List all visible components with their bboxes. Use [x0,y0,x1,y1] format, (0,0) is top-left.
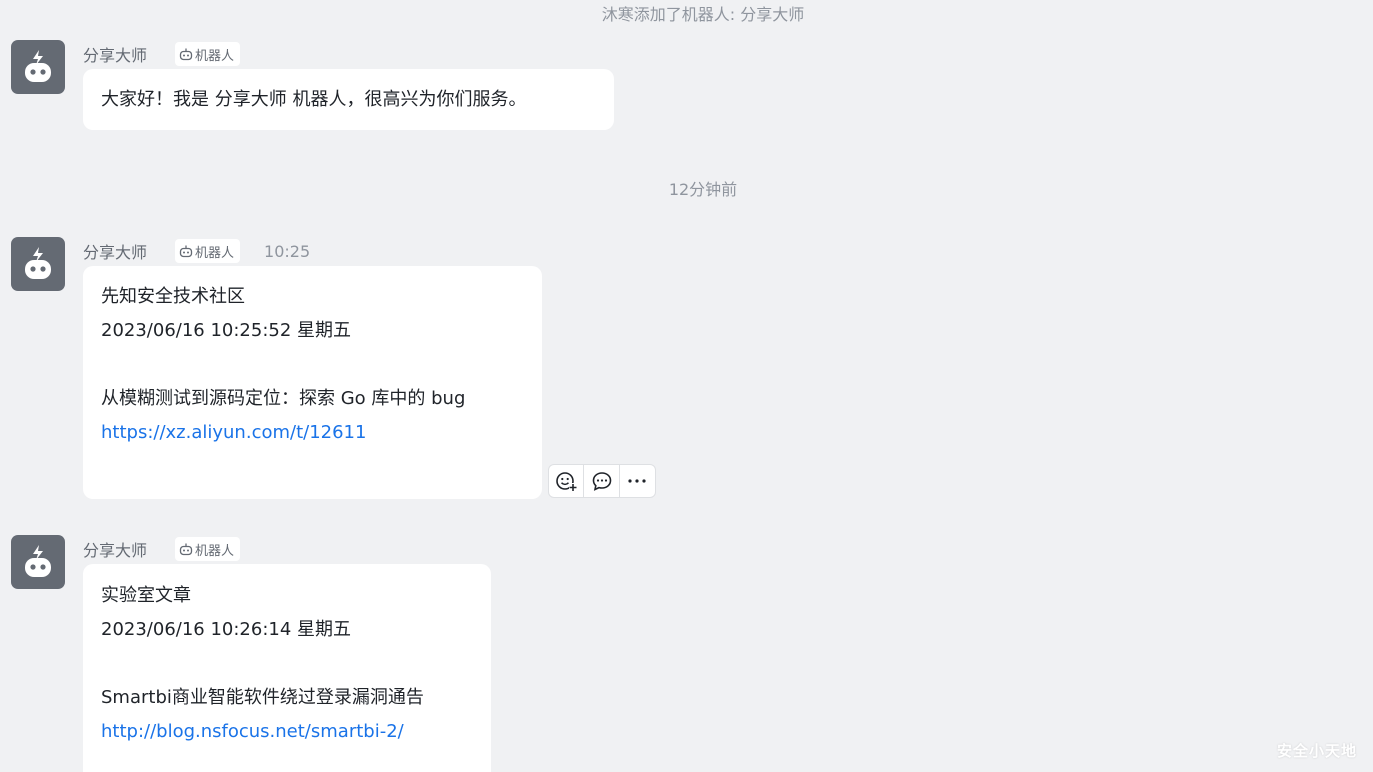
chat-message-list: 沐寒添加了机器人: 分享大师 分享大师 机器人 大家好！我是 分享大师 机器人，… [0,0,1373,772]
message-link[interactable]: https://xz.aliyun.com/t/12611 [101,422,366,443]
bot-badge-label: 机器人 [195,245,235,261]
sender-row: 分享大师 机器人 [83,535,241,563]
bot-badge: 机器人 [175,42,241,66]
message-bubble[interactable]: 先知安全技术社区 2023/06/16 10:25:52 星期五 从模糊测试到源… [83,266,542,499]
bot-avatar[interactable] [11,535,65,589]
emoji-reaction-button[interactable] [549,465,585,497]
bot-badge: 机器人 [175,537,241,561]
message-bubble[interactable]: 大家好！我是 分享大师 机器人，很高兴为你们服务。 [83,69,614,130]
more-icon [628,479,646,483]
message-text: 先知安全技术社区 [101,286,245,307]
sender-row: 分享大师 机器人 10:25 [83,237,310,265]
message-time: 10:25 [264,241,311,261]
message-hover-toolbar [548,464,656,498]
bot-badge-icon [179,245,193,258]
robot-icon [25,50,51,82]
message-text: 2023/06/16 10:26:14 星期五 [101,619,352,640]
bot-avatar[interactable] [11,40,65,94]
bot-badge-icon [179,543,193,556]
bot-avatar[interactable] [11,237,65,291]
system-notice: 沐寒添加了机器人: 分享大师 [601,5,805,24]
message-bubble[interactable]: 实验室文章 2023/06/16 10:26:14 星期五 Smartbi商业智… [83,564,491,772]
message-link[interactable]: http://blog.nsfocus.net/smartbi-2/ [101,721,404,742]
message-text: 实验室文章 [101,585,191,606]
bot-badge-label: 机器人 [195,48,235,64]
sender-row: 分享大师 机器人 [83,40,241,68]
bot-badge-icon [179,48,193,61]
message-text [101,348,524,382]
reply-icon [592,472,611,491]
message-text [101,647,473,681]
sender-name[interactable]: 分享大师 [83,239,147,263]
more-button[interactable] [620,465,655,497]
robot-icon [25,247,51,279]
emoji-reaction-icon [556,472,578,492]
message-text: 从模糊测试到源码定位：探索 Go 库中的 bug [101,388,466,409]
time-divider: 12分钟前 [668,180,738,199]
watermark: 安全小天地 [1276,742,1357,760]
robot-icon [25,545,51,577]
sender-name[interactable]: 分享大师 [83,537,147,561]
message-text: Smartbi商业智能软件绕过登录漏洞通告 [101,687,424,708]
bot-badge: 机器人 [175,239,241,263]
bot-badge-label: 机器人 [195,543,235,559]
message-text: 大家好！我是 分享大师 机器人，很高兴为你们服务。 [101,89,527,110]
reply-button[interactable] [584,465,620,497]
sender-name[interactable]: 分享大师 [83,42,147,66]
message-text: 2023/06/16 10:25:52 星期五 [101,320,352,341]
